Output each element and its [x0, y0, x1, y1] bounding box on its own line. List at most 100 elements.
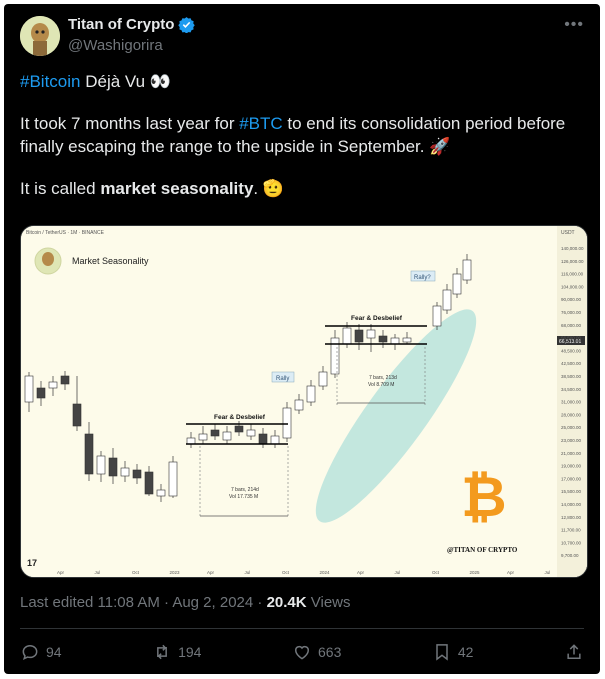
candle: [432, 305, 442, 327]
candle: [222, 431, 232, 441]
candle: [198, 433, 208, 441]
candle: [72, 403, 82, 427]
reply-count: 94: [46, 644, 62, 660]
y-tick-label: 56,500.00: [561, 336, 582, 341]
like-button[interactable]: 663: [292, 642, 341, 662]
author-handle[interactable]: @Washigorira: [68, 37, 163, 54]
chart-title: Market Seasonality: [72, 256, 149, 266]
author-name[interactable]: Titan of Crypto: [68, 16, 196, 33]
hashtag-btc[interactable]: #BTC: [239, 114, 282, 133]
x-tick-label: Jul: [545, 570, 551, 575]
candle: [168, 461, 178, 497]
rally-label: Rally: [276, 376, 289, 382]
usdt-label: USDT: [561, 230, 575, 236]
y-tick-label: 9,700.00: [561, 553, 579, 558]
box1-line1: 7 bars, 214d: [231, 487, 259, 493]
tweet-para3-a: It is called: [20, 179, 101, 198]
candle: [378, 335, 388, 343]
verified-badge-icon: [178, 17, 196, 33]
svg-text:₿: ₿: [461, 465, 507, 528]
repost-icon: [157, 644, 168, 660]
x-tick-label: Oct: [132, 570, 140, 575]
fear-label-2: Fear & Desbelief: [351, 315, 403, 322]
candle: [48, 381, 58, 389]
avatar[interactable]: [20, 16, 60, 56]
y-tick-label: 19,000.00: [561, 464, 582, 469]
candle: [144, 471, 154, 495]
y-tick-label: 23,000.00: [561, 438, 582, 443]
y-tick-label: 17,000.00: [561, 476, 582, 481]
box1-line2: Vol 17.735 M: [229, 494, 258, 500]
y-tick-label: 14,000.00: [561, 502, 582, 507]
views-count: 20.4K: [266, 594, 307, 611]
x-tick-label: Apr: [357, 570, 365, 575]
y-tick-label: 76,000.00: [561, 310, 582, 315]
candle: [108, 457, 118, 477]
y-tick-label: 28,000.00: [561, 412, 582, 417]
candle: [354, 329, 364, 343]
tweet-meta: Last edited 11:08 AM · Aug 2, 2024 · 20.…: [20, 594, 351, 611]
y-tick-label: 38,500.00: [561, 374, 582, 379]
candle: [342, 327, 352, 345]
more-options-icon[interactable]: •••: [564, 16, 584, 34]
bookmark-button[interactable]: 42: [432, 642, 474, 662]
bitcoin-logo-icon: ₿: [461, 465, 507, 528]
y-tick-label: 126,000.00: [561, 259, 584, 264]
y-tick-label: 15,500.00: [561, 489, 582, 494]
x-tick-label: Apr: [57, 570, 65, 575]
tweet-card: Titan of Crypto @Washigorira ••• #Bitcoi…: [4, 4, 600, 674]
edited-timestamp[interactable]: Last edited 11:08 AM · Aug 2, 2024 ·: [20, 594, 267, 611]
candle: [442, 289, 452, 311]
tweet-text: #Bitcoin Déjà Vu 👀 It took 7 months last…: [20, 70, 590, 219]
candle: [258, 433, 268, 445]
candle: [306, 385, 316, 403]
y-tick-label: 34,500.00: [561, 387, 582, 392]
repost-button[interactable]: 194: [152, 642, 201, 662]
y-tick-label: 48,500.00: [561, 348, 582, 353]
y-tick-label: 104,000.00: [561, 284, 584, 289]
candle: [60, 375, 70, 385]
like-count: 663: [318, 644, 342, 660]
candle: [402, 337, 412, 343]
heart-icon: [295, 645, 309, 660]
candle: [132, 469, 142, 479]
y-tick-label: 90,000.00: [561, 297, 582, 302]
candle: [390, 337, 400, 345]
x-tick-label: Jul: [95, 570, 101, 575]
chart-header: Bitcoin / TetherUS · 1M · BINANCE: [26, 230, 105, 236]
tweet-para3-b: . 🫡: [253, 179, 285, 198]
candle: [36, 387, 46, 399]
candle: [96, 455, 106, 475]
share-icon: [567, 644, 581, 659]
bookmark-icon: [436, 644, 448, 661]
candle: [120, 467, 130, 477]
x-tick-label: Oct: [432, 570, 440, 575]
y-tick-label: 21,000.00: [561, 451, 582, 456]
y-tick-label: 31,000.00: [561, 400, 582, 405]
y-tick-label: 25,000.00: [561, 425, 582, 430]
author-name-text[interactable]: Titan of Crypto: [68, 16, 174, 33]
share-button[interactable]: [564, 642, 584, 662]
y-tick-label: 10,700.00: [561, 540, 582, 545]
x-tick-label: Jul: [245, 570, 251, 575]
watermark: @TITAN OF CRYPTO: [447, 546, 518, 554]
y-tick-label: 11,700.00: [561, 528, 581, 533]
bookmark-count: 42: [457, 644, 474, 660]
box2-line1: 7 bars, 213d: [369, 375, 397, 381]
reply-button[interactable]: 94: [20, 642, 62, 662]
tweet-para2-a: It took 7 months last year for: [20, 114, 240, 133]
y-tick-label: 68,000.00: [561, 323, 582, 328]
candle: [282, 407, 292, 439]
chart-image[interactable]: Bitcoin / TetherUS · 1M · BINANCE USDT M…: [20, 225, 588, 578]
candle: [84, 433, 94, 475]
x-tick-label: 2025: [470, 570, 481, 575]
candle: [156, 489, 166, 497]
candle: [318, 371, 328, 387]
chart-svg: Bitcoin / TetherUS · 1M · BINANCE USDT M…: [21, 226, 587, 577]
tweet-para3-bold: market seasonality: [100, 179, 254, 198]
candle: [294, 399, 304, 411]
fear-label-1: Fear & Desbelief: [214, 414, 266, 421]
hashtag-bitcoin[interactable]: #Bitcoin: [20, 72, 80, 91]
candle: [462, 259, 472, 281]
x-tick-label: Oct: [282, 570, 290, 575]
